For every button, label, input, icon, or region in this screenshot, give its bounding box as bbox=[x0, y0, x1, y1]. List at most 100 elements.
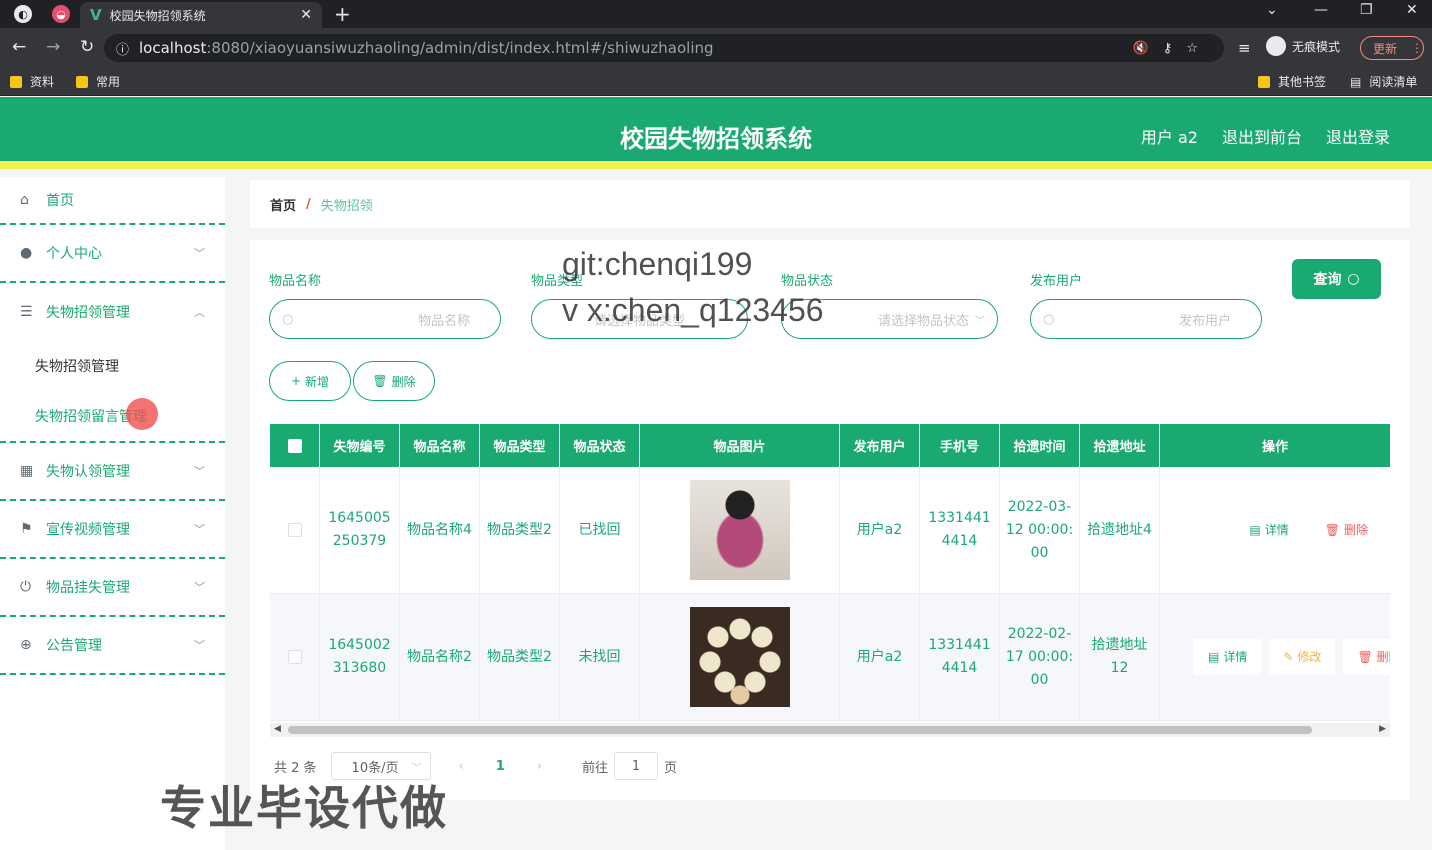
select-all-checkbox[interactable] bbox=[287, 438, 302, 453]
scroll-right-icon[interactable]: ▶ bbox=[1379, 724, 1386, 734]
reading-list-icon: ▤ bbox=[1350, 74, 1362, 89]
scroll-left-icon[interactable]: ◀ bbox=[274, 724, 281, 734]
breadcrumb-current: 失物招领 bbox=[320, 198, 373, 214]
sidebar-item-video[interactable]: ⚑ 宣传视频管理 ﹀ bbox=[0, 501, 225, 559]
sidebar-item-claim[interactable]: ▦ 失物认领管理 ﹀ bbox=[0, 443, 225, 501]
exit-to-front-link[interactable]: 退出到前台 bbox=[1222, 124, 1302, 148]
sidebar-item-notice[interactable]: ⊕ 公告管理 ﹀ bbox=[0, 617, 225, 675]
submenu-lost-found-manage[interactable]: 失物招领管理 bbox=[0, 341, 225, 391]
minimize-icon[interactable]: — bbox=[1314, 2, 1328, 18]
grid-icon: ▦ bbox=[20, 463, 34, 479]
browser-tab[interactable]: V 校园失物招领系统 ✕ bbox=[80, 2, 322, 28]
chevron-up-icon: ︿ bbox=[194, 306, 205, 319]
scroll-thumb[interactable] bbox=[288, 726, 1312, 734]
detail-button[interactable]: ▤ 详情 bbox=[1194, 639, 1262, 675]
edit-button[interactable]: ✎ 修改 bbox=[1269, 639, 1336, 675]
restore-icon[interactable]: ❐ bbox=[1360, 2, 1373, 18]
browser-logo-icon: ◐ bbox=[14, 5, 32, 23]
power-icon: ⏻ bbox=[20, 579, 32, 595]
close-tab-icon[interactable]: ✕ bbox=[300, 7, 312, 23]
sidebar-item-report-lost[interactable]: ⏻ 物品挂失管理 ﹀ bbox=[0, 559, 225, 617]
url-bar[interactable]: ⓘ localhost :8080/xiaoyuansiwuzhaoling/a… bbox=[104, 34, 1224, 62]
bookmark-folder[interactable]: 常用 bbox=[76, 73, 120, 90]
col-header: 拾遗时间 bbox=[1000, 424, 1080, 467]
forward-icon[interactable]: → bbox=[46, 37, 68, 57]
globe-icon: ⊕ bbox=[20, 637, 32, 653]
cell-user: 用户a2 bbox=[840, 467, 920, 593]
folder-icon bbox=[10, 75, 22, 88]
bookmarks-bar: 资料 常用 其他书签 ▤ 阅读清单 bbox=[0, 66, 1432, 96]
chevron-down-icon: ﹀ bbox=[194, 581, 205, 594]
row-delete-label: 删除 bbox=[1376, 649, 1390, 664]
chevron-down-icon: ﹀ bbox=[194, 247, 205, 260]
current-page[interactable]: 1 bbox=[496, 759, 505, 774]
cell-address: 拾遗地址4 bbox=[1080, 467, 1160, 593]
item-image[interactable] bbox=[689, 607, 790, 707]
goto-page-input[interactable]: 1 bbox=[614, 752, 659, 780]
add-button[interactable]: + 新增 bbox=[269, 361, 351, 401]
sidebar-item-lost-found[interactable]: ☰ 失物招领管理 ︿ bbox=[0, 283, 225, 341]
bookmark-folder[interactable]: 其他书签 bbox=[1258, 73, 1326, 90]
sidebar-item-home[interactable]: ⌂ 首页 bbox=[0, 177, 225, 225]
profile-icon[interactable]: ◒ bbox=[52, 5, 70, 23]
watermark-line1: git:chenqi199 bbox=[562, 246, 753, 282]
delete-button[interactable]: 🗑 删除 bbox=[353, 361, 435, 401]
row-delete-button[interactable]: 🗑删除 bbox=[1311, 512, 1382, 548]
incognito-indicator[interactable]: 无痕模式 bbox=[1266, 36, 1340, 56]
reading-list[interactable]: ▤ 阅读清单 bbox=[1350, 73, 1417, 90]
row-checkbox[interactable] bbox=[287, 523, 302, 537]
type-placeholder: 请选择物品类型 bbox=[593, 313, 685, 329]
row-delete-button[interactable]: 🗑删除 bbox=[1343, 639, 1390, 675]
cell-phone: 13314414414 bbox=[920, 467, 1000, 593]
user-filter-label: 发布用户 bbox=[1030, 274, 1083, 289]
user-filter-input[interactable]: ○ 发布用户 bbox=[1030, 299, 1262, 339]
search-icon: ○ bbox=[1347, 271, 1360, 287]
lost-found-table: 失物编号 物品名称 物品类型 物品状态 物品图片 发布用户 手机号 拾遗时间 拾… bbox=[270, 424, 1390, 738]
cell-phone: 13314414414 bbox=[920, 594, 1000, 720]
current-user[interactable]: 用户 a2 bbox=[1141, 124, 1198, 148]
bookmark-label: 资料 bbox=[30, 75, 55, 89]
select-all-cell[interactable] bbox=[270, 424, 320, 467]
detail-button[interactable]: ▤ 详情 bbox=[1235, 512, 1302, 548]
url-host: localhost bbox=[139, 39, 207, 57]
breadcrumb-home[interactable]: 首页 bbox=[270, 195, 296, 214]
incognito-icon bbox=[1266, 36, 1286, 56]
bookmark-folder[interactable]: 资料 bbox=[10, 73, 54, 90]
trash-icon: 🗑 bbox=[1324, 522, 1340, 537]
back-icon[interactable]: ← bbox=[12, 37, 34, 57]
query-button[interactable]: 查询 ○ bbox=[1292, 259, 1381, 299]
chevron-down-icon: ﹀ bbox=[194, 465, 205, 478]
chevron-down-icon: ﹀ bbox=[194, 639, 205, 652]
omnibox-icons[interactable]: 🔇⚷☆ bbox=[1133, 41, 1212, 56]
row-checkbox[interactable] bbox=[287, 650, 302, 664]
vue-logo-icon: V bbox=[90, 6, 102, 24]
info-icon[interactable]: ⓘ bbox=[116, 39, 129, 58]
delete-label: 删除 bbox=[391, 374, 416, 389]
url-path: :8080/xiaoyuansiwuzhaoling/admin/dist/in… bbox=[206, 39, 714, 57]
name-filter-input[interactable]: ○ 物品名称 bbox=[269, 299, 501, 339]
tab-search-icon[interactable]: ⌄ bbox=[1266, 2, 1278, 18]
col-header: 发布用户 bbox=[840, 424, 920, 467]
logout-link[interactable]: 退出登录 bbox=[1326, 124, 1390, 148]
close-window-icon[interactable]: ✕ bbox=[1406, 2, 1418, 18]
col-header: 手机号 bbox=[920, 424, 1000, 467]
submenu-lost-found-messages[interactable]: 失物招领留言管理 bbox=[0, 391, 225, 441]
item-image[interactable] bbox=[689, 480, 790, 580]
bookmark-label: 阅读清单 bbox=[1369, 75, 1418, 89]
add-label: 新增 bbox=[305, 374, 330, 389]
cell-type: 物品类型2 bbox=[480, 467, 560, 593]
status-filter-select[interactable]: 请选择物品状态 ﹀ bbox=[781, 299, 998, 339]
table-scrollbar[interactable]: ◀ ▶ bbox=[270, 723, 1390, 737]
media-icon[interactable]: ≡ bbox=[1238, 39, 1251, 57]
type-filter-select[interactable]: 请选择物品类型 bbox=[531, 299, 748, 339]
next-page-icon[interactable]: › bbox=[537, 759, 542, 774]
prev-page-icon[interactable]: ‹ bbox=[459, 759, 464, 774]
pencil-icon: ✎ bbox=[1283, 649, 1294, 664]
new-tab-icon[interactable]: + bbox=[334, 2, 351, 26]
reload-icon[interactable]: ↻ bbox=[80, 37, 102, 57]
sidebar-item-personal[interactable]: ● 个人中心 ﹀ bbox=[0, 225, 225, 283]
search-icon: ○ bbox=[282, 311, 294, 327]
update-button[interactable]: 更新 ⋮ bbox=[1360, 36, 1424, 60]
cell-name: 物品名称2 bbox=[400, 594, 480, 720]
app-header: 校园失物招领系统 用户 a2 退出到前台 退出登录 bbox=[0, 97, 1432, 169]
